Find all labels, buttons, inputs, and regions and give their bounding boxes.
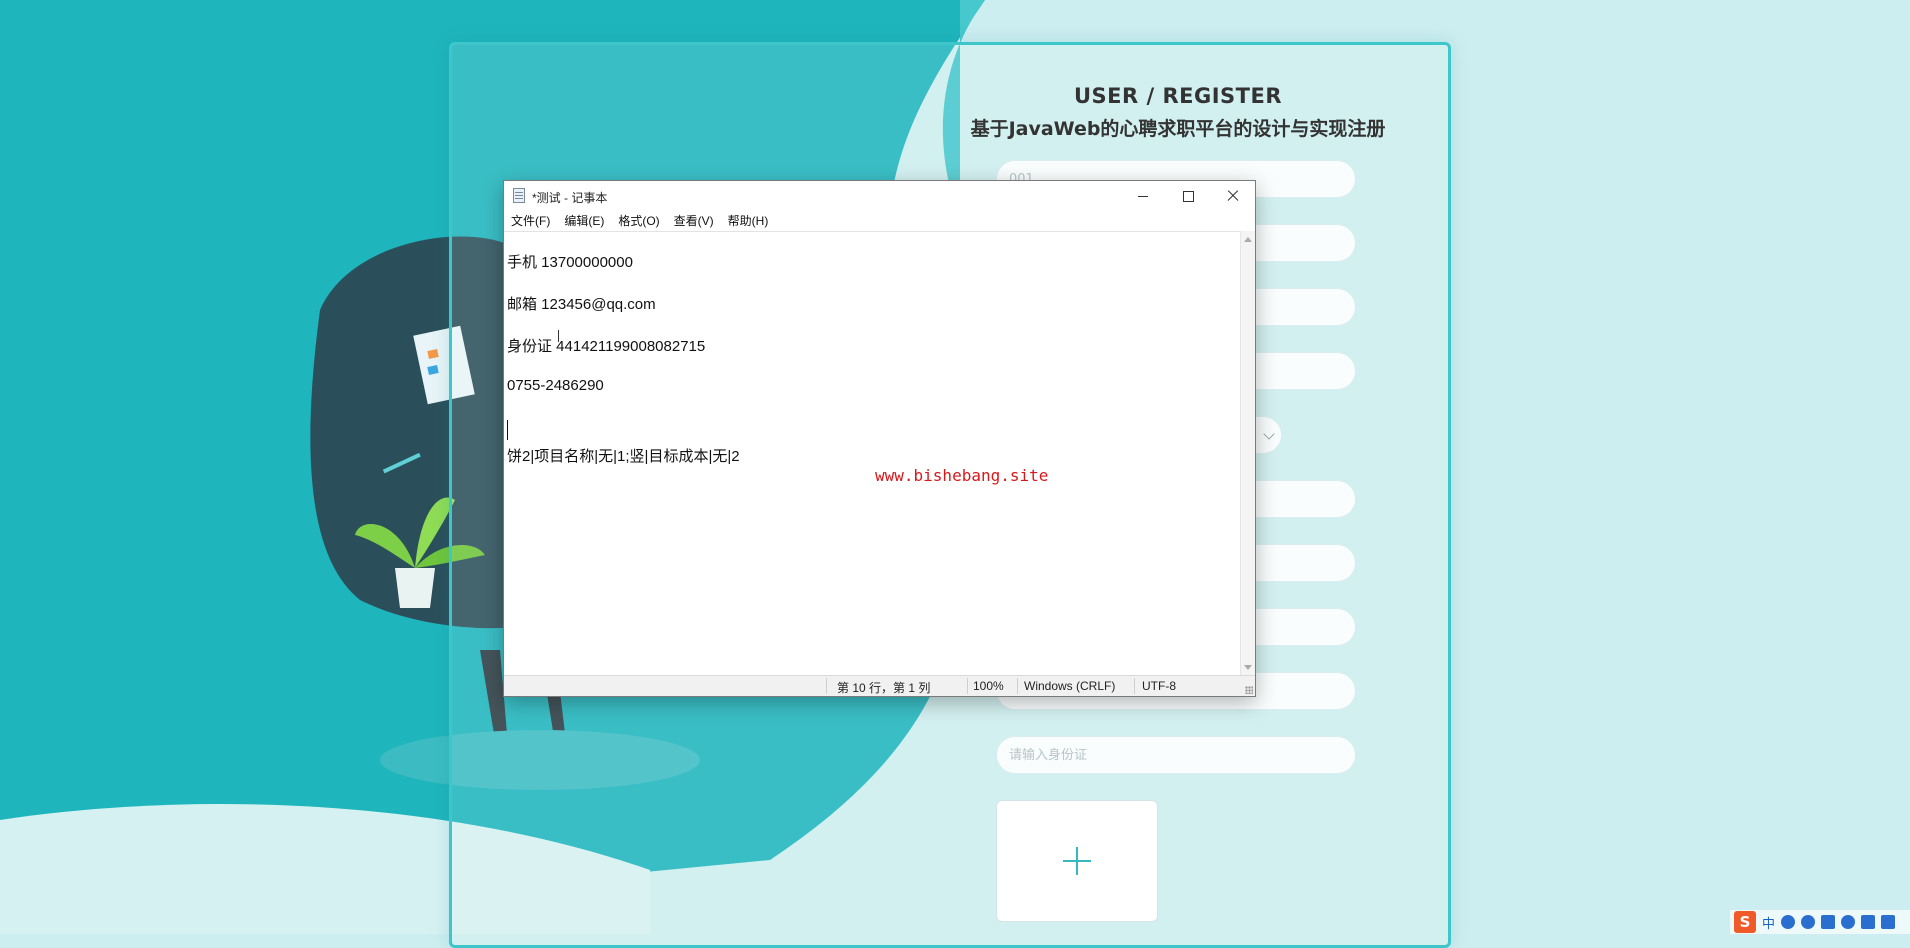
resize-grip-icon[interactable] bbox=[1245, 686, 1253, 694]
moon-icon[interactable] bbox=[1781, 915, 1796, 929]
menu-view[interactable]: 查看(V) bbox=[667, 211, 721, 231]
punctuation-icon[interactable] bbox=[1801, 915, 1816, 929]
id-card-input[interactable]: 请输入身份证 bbox=[996, 736, 1356, 774]
notepad-icon bbox=[513, 188, 525, 203]
minimize-icon bbox=[1138, 196, 1148, 197]
text-line: 0755-2486290 bbox=[507, 377, 604, 394]
text-line: 手机 13700000000 bbox=[507, 254, 633, 271]
text-line: 邮箱 123456@qq.com bbox=[507, 296, 656, 313]
scroll-down-icon[interactable] bbox=[1244, 665, 1252, 670]
user-icon[interactable] bbox=[1841, 915, 1856, 929]
register-title-en: USER / REGISTER bbox=[1073, 84, 1282, 108]
menu-edit[interactable]: 编辑(E) bbox=[557, 211, 611, 231]
notepad-statusbar: 第 10 行，第 1 列 100% Windows (CRLF) UTF-8 bbox=[504, 675, 1255, 696]
notepad-text-area[interactable]: 手机 13700000000 邮箱 123456@qq.com 身份证 4414… bbox=[504, 231, 1241, 676]
status-position: 第 10 行，第 1 列 bbox=[837, 681, 931, 695]
notepad-window: *测试 - 记事本 文件(F) 编辑(E) 格式(O) 查看(V) 帮助(H) … bbox=[503, 180, 1256, 697]
notepad-menubar: 文件(F) 编辑(E) 格式(O) 查看(V) 帮助(H) bbox=[504, 211, 1255, 231]
notepad-title: *测试 - 记事本 bbox=[532, 191, 608, 205]
close-button[interactable] bbox=[1210, 181, 1255, 211]
sogou-ime-icon[interactable]: S bbox=[1734, 911, 1756, 933]
image-upload-button[interactable] bbox=[996, 800, 1158, 922]
notepad-titlebar[interactable]: *测试 - 记事本 bbox=[504, 181, 1255, 211]
chevron-down-icon bbox=[1263, 428, 1275, 440]
maximize-button[interactable] bbox=[1165, 181, 1210, 211]
ime-mode-indicator[interactable]: 中 bbox=[1762, 913, 1775, 932]
status-line-ending: Windows (CRLF) bbox=[1024, 679, 1116, 693]
menu-format[interactable]: 格式(O) bbox=[611, 211, 666, 231]
ime-tray: S 中 bbox=[1730, 910, 1910, 934]
menu-file[interactable]: 文件(F) bbox=[504, 211, 557, 231]
text-caret bbox=[507, 420, 508, 440]
register-title-cn: 基于JavaWeb的心聘求职平台的设计与实现注册 bbox=[970, 118, 1386, 140]
text-line: 身份证 441421199008082715 bbox=[507, 338, 706, 355]
maximize-icon bbox=[1183, 191, 1194, 202]
keyboard-icon[interactable] bbox=[1821, 915, 1836, 929]
menu-help[interactable]: 帮助(H) bbox=[721, 211, 776, 231]
watermark-text: www.bishebang.site bbox=[875, 466, 1049, 485]
ibeam-cursor-icon bbox=[558, 330, 559, 342]
vertical-scrollbar[interactable] bbox=[1240, 231, 1255, 676]
wrench-icon[interactable] bbox=[1881, 915, 1896, 929]
text-line: 饼2|项目名称|无|1;竖|目标成本|无|2 bbox=[507, 448, 740, 465]
minimize-button[interactable] bbox=[1120, 181, 1165, 211]
status-encoding: UTF-8 bbox=[1142, 679, 1176, 693]
status-zoom: 100% bbox=[973, 679, 1004, 693]
shirt-icon[interactable] bbox=[1861, 915, 1876, 929]
scroll-up-icon[interactable] bbox=[1244, 237, 1252, 242]
